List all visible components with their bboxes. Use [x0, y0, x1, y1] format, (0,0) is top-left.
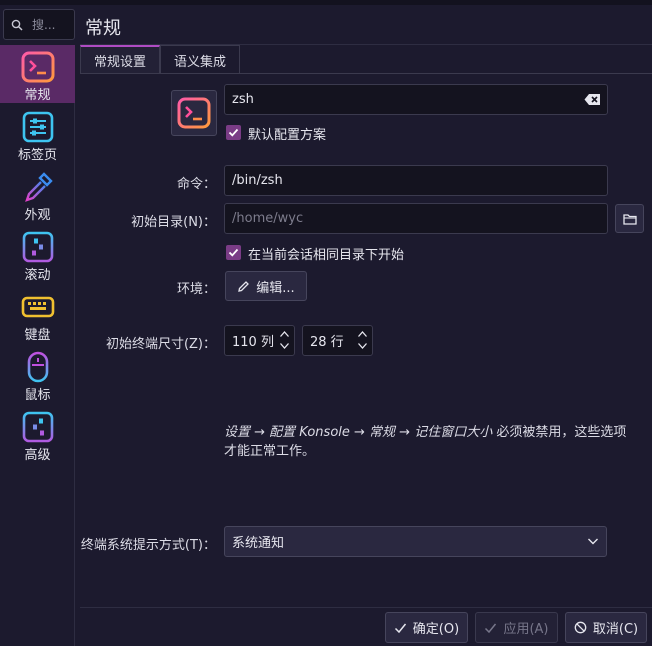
checkmark-icon: [228, 128, 239, 137]
sidebar-item-appearance[interactable]: 外观: [0, 165, 75, 223]
sliders-icon: [22, 231, 53, 263]
terminal-size-label: 初始终端尺寸(Z)：: [105, 337, 216, 352]
chevron-up-icon[interactable]: [357, 329, 368, 339]
edit-environment-label: 编辑...: [256, 280, 295, 296]
sidebar-item-scrolling[interactable]: 滚动: [0, 225, 75, 283]
bell-mode-label: 终端系统提示方式(T)：: [80, 538, 216, 553]
apply-label: 应用(A): [503, 622, 549, 637]
page-title: 常规: [85, 18, 121, 39]
checkmark-icon: [228, 248, 239, 257]
sidebar-item-label: 标签页: [17, 148, 57, 163]
clear-icon[interactable]: [584, 93, 601, 106]
command-value: /bin/zsh: [232, 173, 283, 188]
initial-dir-label: 初始目录(N)：: [131, 215, 216, 230]
command-label: 命令：: [176, 177, 216, 192]
bell-mode-value: 系统通知: [232, 536, 285, 551]
command-input[interactable]: /bin/zsh: [224, 165, 608, 196]
tab-label: 语义集成: [174, 54, 227, 70]
browse-folder-button[interactable]: [615, 204, 644, 233]
sidebar-item-label: 高级: [24, 448, 51, 463]
search-input[interactable]: 搜...: [3, 9, 75, 40]
ok-button[interactable]: 确定(O): [385, 612, 468, 643]
sidebar-item-tabs[interactable]: 标签页: [0, 105, 75, 163]
checkmark-icon: [485, 623, 497, 633]
sidebar-item-label: 鼠标: [24, 388, 51, 403]
columns-spinbox[interactable]: 110 列: [224, 325, 295, 356]
tab-label: 常规设置: [94, 55, 147, 70]
chevron-down-icon[interactable]: [357, 341, 368, 351]
note-path: 设置 → 配置 Konsole → 常规 → 记住窗口大小: [224, 425, 493, 440]
profile-name-input[interactable]: zsh: [224, 84, 608, 115]
sliders-icon: [22, 111, 53, 143]
chevron-down-icon[interactable]: [279, 341, 290, 351]
search-placeholder: 搜...: [32, 18, 56, 32]
rows-value: 28 行: [310, 335, 344, 350]
terminal-icon: [177, 97, 211, 129]
keyboard-icon: [21, 296, 54, 318]
columns-value: 110 列: [232, 335, 274, 350]
sliders-icon: [22, 411, 53, 443]
mouse-icon: [27, 351, 48, 383]
rows-spinbox[interactable]: 28 行: [302, 325, 373, 356]
checkmark-icon: [394, 623, 406, 633]
search-icon: [11, 19, 23, 31]
tab-bar: 常规设置 语义集成: [80, 45, 652, 74]
sidebar-item-general[interactable]: 常规: [0, 45, 75, 103]
initial-dir-placeholder: /home/wyc: [232, 211, 304, 226]
eyedropper-icon: [24, 172, 53, 202]
profile-icon-button[interactable]: [171, 90, 217, 136]
pencil-icon: [238, 280, 250, 292]
sidebar-item-label: 外观: [24, 208, 51, 223]
edit-environment-button[interactable]: 编辑...: [225, 271, 307, 301]
sidebar-item-label: 键盘: [24, 328, 51, 343]
initial-dir-input[interactable]: /home/wyc: [224, 203, 608, 234]
chevron-down-icon: [588, 538, 598, 545]
apply-button[interactable]: 应用(A): [475, 612, 558, 643]
sidebar-item-label: 常规: [24, 88, 51, 103]
cancel-icon: [574, 621, 587, 634]
sidebar-item-advanced[interactable]: 高级: [0, 405, 75, 463]
default-profile-label: 默认配置方案: [248, 128, 327, 143]
bell-mode-select[interactable]: 系统通知: [224, 526, 607, 557]
window-top-strip: [0, 0, 652, 5]
same-dir-checkbox[interactable]: [226, 245, 241, 260]
ok-label: 确定(O): [412, 622, 460, 637]
sidebar-item-label: 滚动: [24, 268, 51, 283]
sidebar: 常规 标签页 外观 滚动 键盘 鼠标 高级: [0, 45, 75, 646]
same-dir-label: 在当前会话相同目录下开始: [248, 248, 405, 263]
cancel-label: 取消(C): [592, 622, 639, 637]
sidebar-item-mouse[interactable]: 鼠标: [0, 345, 75, 403]
footer-divider: [80, 607, 652, 608]
environment-label: 环境：: [176, 282, 216, 297]
chevron-up-icon[interactable]: [279, 329, 290, 339]
folder-icon: [622, 213, 637, 225]
default-profile-checkbox[interactable]: [226, 125, 241, 140]
cancel-button[interactable]: 取消(C): [565, 612, 647, 643]
profile-name-value: zsh: [232, 92, 254, 107]
window-size-note: 设置 → 配置 Konsole → 常规 → 记住窗口大小 必须被禁用，这些选项…: [224, 423, 638, 461]
sidebar-item-keyboard[interactable]: 键盘: [0, 285, 75, 343]
terminal-icon: [21, 51, 54, 83]
tab-semantic-integration[interactable]: 语义集成: [160, 45, 241, 74]
tab-general-settings[interactable]: 常规设置: [80, 45, 161, 74]
